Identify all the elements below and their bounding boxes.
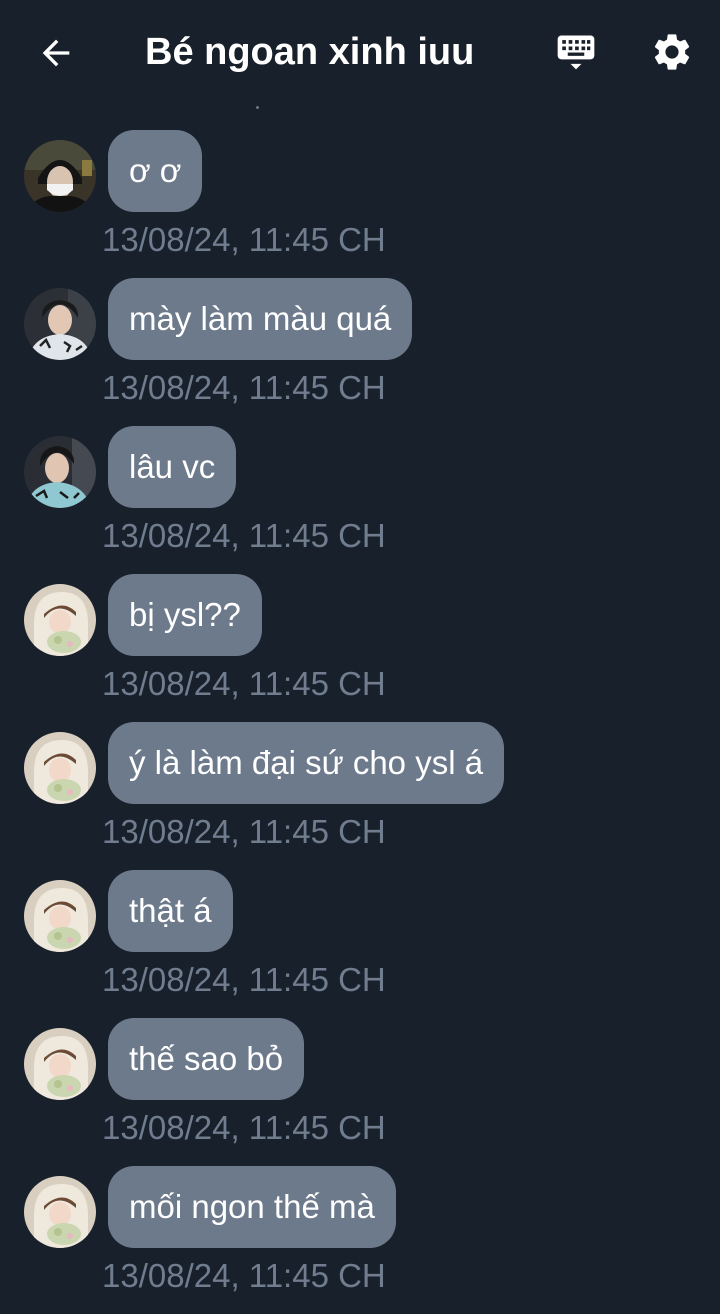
man-avatar-icon [24, 436, 96, 508]
message-list[interactable]: ơ ơ 13/08/24, 11:45 CH mày làm màu quá 1… [0, 130, 720, 1314]
back-button[interactable] [30, 30, 82, 76]
message-item: mày làm màu quá 13/08/24, 11:45 CH [0, 278, 720, 426]
girl-avatar-icon [24, 732, 96, 804]
arrow-left-icon [42, 39, 70, 67]
avatar[interactable] [24, 1028, 96, 1100]
keyboard-icon [557, 35, 595, 70]
scroll-indicator [256, 106, 259, 109]
message-bubble[interactable]: bị ysl?? [108, 574, 262, 656]
message-timestamp: 13/08/24, 11:45 CH [102, 1109, 386, 1146]
avatar[interactable] [24, 140, 96, 212]
avatar[interactable] [24, 880, 96, 952]
chat-title: Bé ngoan xinh iuu [145, 31, 475, 73]
message-timestamp: 13/08/24, 11:45 CH [102, 517, 386, 554]
message-item: bị ysl?? 13/08/24, 11:45 CH [0, 574, 720, 722]
girl-avatar-icon [24, 1176, 96, 1248]
message-bubble[interactable]: ý là làm đại sứ cho ysl á [108, 722, 505, 804]
message-bubble[interactable]: mối ngon thế mà [108, 1166, 396, 1248]
avatar[interactable] [24, 436, 96, 508]
message-timestamp: 13/08/24, 11:45 CH [102, 961, 386, 998]
avatar[interactable] [24, 1176, 96, 1248]
message-bubble[interactable]: thế sao bỏ [108, 1018, 305, 1100]
message-item: ơ ơ 13/08/24, 11:45 CH [0, 130, 720, 278]
message-item: lâu vc 13/08/24, 11:45 CH [0, 426, 720, 574]
message-item: mối ngon thế mà 13/08/24, 11:45 CH [0, 1166, 720, 1314]
message-bubble[interactable]: lâu vc [108, 426, 237, 508]
avatar[interactable] [24, 584, 96, 656]
settings-button[interactable] [644, 26, 700, 78]
avatar[interactable] [24, 732, 96, 804]
message-bubble[interactable]: mày làm màu quá [108, 278, 413, 360]
message-timestamp: 13/08/24, 11:45 CH [102, 369, 386, 406]
message-timestamp: 13/08/24, 11:45 CH [102, 1257, 386, 1294]
message-bubble[interactable]: thật á [108, 870, 233, 952]
girl-avatar-icon [24, 584, 96, 656]
message-timestamp: 13/08/24, 11:45 CH [102, 813, 386, 850]
gear-icon [654, 34, 690, 70]
man-avatar-icon [24, 288, 96, 360]
message-item: ý là làm đại sứ cho ysl á 13/08/24, 11:4… [0, 722, 720, 870]
message-item: thế sao bỏ 13/08/24, 11:45 CH [0, 1018, 720, 1166]
message-bubble[interactable]: ơ ơ [108, 130, 203, 212]
message-timestamp: 13/08/24, 11:45 CH [102, 665, 386, 702]
top-bar: Bé ngoan xinh iuu [0, 0, 720, 105]
girl-avatar-icon [24, 880, 96, 952]
avatar[interactable] [24, 288, 96, 360]
keyboard-button[interactable] [548, 26, 604, 78]
message-timestamp: 13/08/24, 11:45 CH [102, 221, 386, 258]
masked-person-avatar-icon [24, 140, 96, 212]
girl-avatar-icon [24, 1028, 96, 1100]
message-item: thật á 13/08/24, 11:45 CH [0, 870, 720, 1018]
